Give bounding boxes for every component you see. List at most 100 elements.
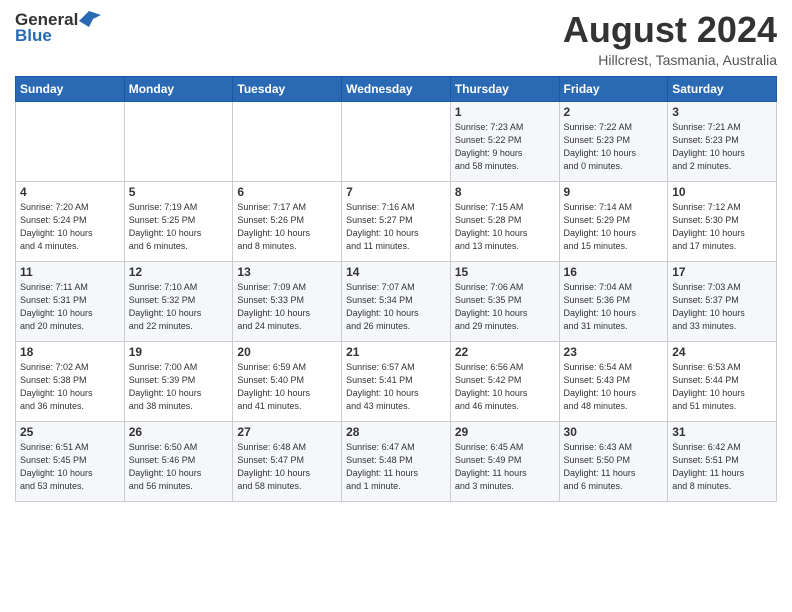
day-info: Sunrise: 7:10 AM Sunset: 5:32 PM Dayligh… <box>129 281 229 333</box>
day-number: 20 <box>237 345 337 359</box>
day-info: Sunrise: 6:53 AM Sunset: 5:44 PM Dayligh… <box>672 361 772 413</box>
day-number: 3 <box>672 105 772 119</box>
day-info: Sunrise: 6:47 AM Sunset: 5:48 PM Dayligh… <box>346 441 446 493</box>
day-info: Sunrise: 6:59 AM Sunset: 5:40 PM Dayligh… <box>237 361 337 413</box>
calendar-cell: 30 Sunrise: 6:43 AM Sunset: 5:50 PM Dayli… <box>559 421 668 501</box>
day-info: Sunrise: 7:14 AM Sunset: 5:29 PM Dayligh… <box>564 201 664 253</box>
calendar-cell: 7Sunrise: 7:16 AM Sunset: 5:27 PM Daylig… <box>342 181 451 261</box>
calendar-cell: 26 Sunrise: 6:50 AM Sunset: 5:46 PM Dayli… <box>124 421 233 501</box>
day-number: 19 <box>129 345 229 359</box>
day-number: 27 <box>237 425 337 439</box>
calendar-cell: 3 Sunrise: 7:21 AM Sunset: 5:23 PM Daylig… <box>668 101 777 181</box>
title-area: August 2024 Hillcrest, Tasmania, Austral… <box>563 10 777 68</box>
calendar-cell: 8 Sunrise: 7:15 AM Sunset: 5:28 PM Daylig… <box>450 181 559 261</box>
day-info: Sunrise: 6:50 AM Sunset: 5:46 PM Dayligh… <box>129 441 229 493</box>
logo-bird-icon <box>79 11 101 27</box>
day-info: Sunrise: 7:04 AM Sunset: 5:36 PM Dayligh… <box>564 281 664 333</box>
day-number: 29 <box>455 425 555 439</box>
day-number: 13 <box>237 265 337 279</box>
day-number: 26 <box>129 425 229 439</box>
col-thursday: Thursday <box>450 76 559 101</box>
calendar-week-5: 25 Sunrise: 6:51 AM Sunset: 5:45 PM Dayli… <box>16 421 777 501</box>
header: General Blue August 2024 Hillcrest, Tasm… <box>15 10 777 68</box>
day-info: Sunrise: 6:45 AM Sunset: 5:49 PM Dayligh… <box>455 441 555 493</box>
calendar-cell: 21 Sunrise: 6:57 AM Sunset: 5:41 PM Dayli… <box>342 341 451 421</box>
calendar-cell: 2 Sunrise: 7:22 AM Sunset: 5:23 PM Daylig… <box>559 101 668 181</box>
calendar-cell: 16Sunrise: 7:04 AM Sunset: 5:36 PM Dayli… <box>559 261 668 341</box>
day-info: Sunrise: 7:06 AM Sunset: 5:35 PM Dayligh… <box>455 281 555 333</box>
day-number: 22 <box>455 345 555 359</box>
logo-blue-text: Blue <box>15 26 52 46</box>
logo: General Blue <box>15 10 101 46</box>
day-number: 2 <box>564 105 664 119</box>
calendar-cell: 9 Sunrise: 7:14 AM Sunset: 5:29 PM Daylig… <box>559 181 668 261</box>
location-subtitle: Hillcrest, Tasmania, Australia <box>563 52 777 68</box>
calendar-cell: 4Sunrise: 7:20 AM Sunset: 5:24 PM Daylig… <box>16 181 125 261</box>
day-number: 17 <box>672 265 772 279</box>
day-info: Sunrise: 7:17 AM Sunset: 5:26 PM Dayligh… <box>237 201 337 253</box>
day-info: Sunrise: 7:03 AM Sunset: 5:37 PM Dayligh… <box>672 281 772 333</box>
day-info: Sunrise: 7:22 AM Sunset: 5:23 PM Dayligh… <box>564 121 664 173</box>
calendar-cell: 23Sunrise: 6:54 AM Sunset: 5:43 PM Dayli… <box>559 341 668 421</box>
day-number: 9 <box>564 185 664 199</box>
calendar-page: General Blue August 2024 Hillcrest, Tasm… <box>0 0 792 612</box>
day-number: 28 <box>346 425 446 439</box>
day-number: 31 <box>672 425 772 439</box>
day-number: 25 <box>20 425 120 439</box>
day-number: 30 <box>564 425 664 439</box>
day-info: Sunrise: 7:19 AM Sunset: 5:25 PM Dayligh… <box>129 201 229 253</box>
day-info: Sunrise: 7:11 AM Sunset: 5:31 PM Dayligh… <box>20 281 120 333</box>
day-number: 14 <box>346 265 446 279</box>
day-info: Sunrise: 6:43 AM Sunset: 5:50 PM Dayligh… <box>564 441 664 493</box>
day-number: 11 <box>20 265 120 279</box>
calendar-cell: 13Sunrise: 7:09 AM Sunset: 5:33 PM Dayli… <box>233 261 342 341</box>
col-sunday: Sunday <box>16 76 125 101</box>
calendar-week-3: 11 Sunrise: 7:11 AM Sunset: 5:31 PM Dayli… <box>16 261 777 341</box>
day-info: Sunrise: 7:21 AM Sunset: 5:23 PM Dayligh… <box>672 121 772 173</box>
day-number: 10 <box>672 185 772 199</box>
day-info: Sunrise: 7:00 AM Sunset: 5:39 PM Dayligh… <box>129 361 229 413</box>
calendar-cell: 1 Sunrise: 7:23 AM Sunset: 5:22 PM Daylig… <box>450 101 559 181</box>
day-number: 6 <box>237 185 337 199</box>
col-friday: Friday <box>559 76 668 101</box>
month-year-title: August 2024 <box>563 10 777 50</box>
day-info: Sunrise: 6:57 AM Sunset: 5:41 PM Dayligh… <box>346 361 446 413</box>
day-info: Sunrise: 6:54 AM Sunset: 5:43 PM Dayligh… <box>564 361 664 413</box>
header-row: Sunday Monday Tuesday Wednesday Thursday… <box>16 76 777 101</box>
calendar-cell: 20 Sunrise: 6:59 AM Sunset: 5:40 PM Dayli… <box>233 341 342 421</box>
day-number: 8 <box>455 185 555 199</box>
calendar-week-1: 1 Sunrise: 7:23 AM Sunset: 5:22 PM Daylig… <box>16 101 777 181</box>
calendar-cell: 15 Sunrise: 7:06 AM Sunset: 5:35 PM Dayli… <box>450 261 559 341</box>
day-number: 7 <box>346 185 446 199</box>
day-number: 15 <box>455 265 555 279</box>
col-saturday: Saturday <box>668 76 777 101</box>
day-info: Sunrise: 7:15 AM Sunset: 5:28 PM Dayligh… <box>455 201 555 253</box>
calendar-cell: 6 Sunrise: 7:17 AM Sunset: 5:26 PM Daylig… <box>233 181 342 261</box>
day-info: Sunrise: 6:42 AM Sunset: 5:51 PM Dayligh… <box>672 441 772 493</box>
day-number: 1 <box>455 105 555 119</box>
day-info: Sunrise: 6:48 AM Sunset: 5:47 PM Dayligh… <box>237 441 337 493</box>
calendar-week-2: 4Sunrise: 7:20 AM Sunset: 5:24 PM Daylig… <box>16 181 777 261</box>
calendar-cell <box>233 101 342 181</box>
calendar-cell <box>124 101 233 181</box>
calendar-cell: 17 Sunrise: 7:03 AM Sunset: 5:37 PM Dayli… <box>668 261 777 341</box>
day-info: Sunrise: 6:51 AM Sunset: 5:45 PM Dayligh… <box>20 441 120 493</box>
calendar-table: Sunday Monday Tuesday Wednesday Thursday… <box>15 76 777 502</box>
day-info: Sunrise: 7:20 AM Sunset: 5:24 PM Dayligh… <box>20 201 120 253</box>
col-wednesday: Wednesday <box>342 76 451 101</box>
calendar-cell: 19 Sunrise: 7:00 AM Sunset: 5:39 PM Dayli… <box>124 341 233 421</box>
calendar-cell: 29 Sunrise: 6:45 AM Sunset: 5:49 PM Dayli… <box>450 421 559 501</box>
calendar-cell: 10Sunrise: 7:12 AM Sunset: 5:30 PM Dayli… <box>668 181 777 261</box>
calendar-cell: 22Sunrise: 6:56 AM Sunset: 5:42 PM Dayli… <box>450 341 559 421</box>
day-info: Sunrise: 7:23 AM Sunset: 5:22 PM Dayligh… <box>455 121 555 173</box>
col-monday: Monday <box>124 76 233 101</box>
col-tuesday: Tuesday <box>233 76 342 101</box>
calendar-cell <box>16 101 125 181</box>
calendar-cell: 24 Sunrise: 6:53 AM Sunset: 5:44 PM Dayli… <box>668 341 777 421</box>
day-number: 21 <box>346 345 446 359</box>
calendar-cell: 27 Sunrise: 6:48 AM Sunset: 5:47 PM Dayli… <box>233 421 342 501</box>
calendar-cell: 5Sunrise: 7:19 AM Sunset: 5:25 PM Daylig… <box>124 181 233 261</box>
day-number: 24 <box>672 345 772 359</box>
calendar-cell: 25 Sunrise: 6:51 AM Sunset: 5:45 PM Dayli… <box>16 421 125 501</box>
calendar-cell: 31 Sunrise: 6:42 AM Sunset: 5:51 PM Dayli… <box>668 421 777 501</box>
